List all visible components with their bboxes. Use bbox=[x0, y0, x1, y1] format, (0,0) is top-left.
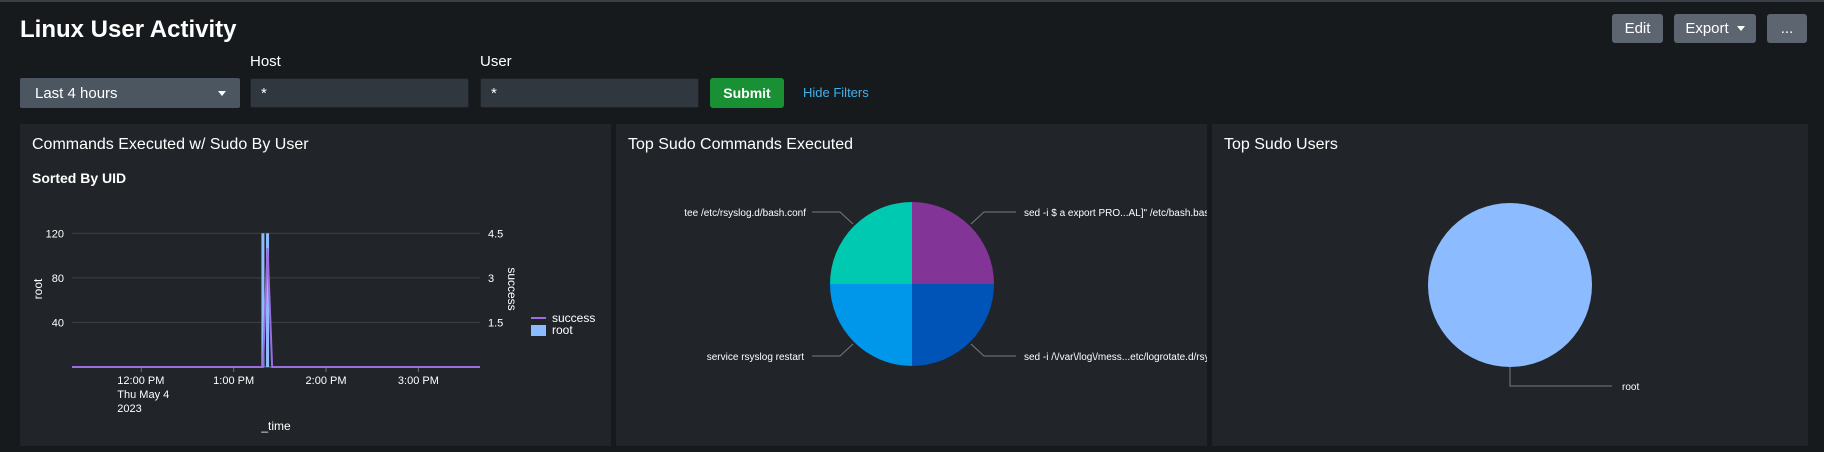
top-border bbox=[0, 0, 1824, 2]
time-range-picker[interactable]: Last 4 hours bbox=[20, 78, 240, 108]
chevron-down-icon bbox=[1736, 26, 1745, 31]
x-tick-label: 2:00 PM bbox=[306, 375, 347, 387]
x-tick-label: Thu May 4 bbox=[117, 389, 169, 401]
x-tick-label: 1:00 PM bbox=[213, 375, 254, 387]
export-button[interactable]: Export bbox=[1674, 14, 1756, 43]
pie-slice-label: sed -i $ a export PRO...AL]" /etc/bash.b… bbox=[1024, 208, 1207, 219]
pie-leader-line bbox=[970, 343, 1016, 357]
y2-axis-label: success bbox=[505, 267, 519, 310]
y2-tick-label: 1.5 bbox=[488, 317, 503, 329]
more-label: ... bbox=[1780, 20, 1794, 37]
submit-button[interactable]: Submit bbox=[710, 78, 784, 108]
submit-label: Submit bbox=[723, 85, 771, 101]
x-tick-label: 12:00 PM bbox=[117, 375, 164, 387]
time-range-value: Last 4 hours bbox=[35, 84, 118, 102]
y2-tick-label: 4.5 bbox=[488, 228, 503, 240]
export-label: Export bbox=[1685, 20, 1729, 37]
legend-root-label: root bbox=[552, 323, 573, 337]
y-axis-label: root bbox=[31, 278, 45, 299]
top-commands-panel: Top Sudo Commands Executed sed -i $ a ex… bbox=[616, 124, 1228, 446]
y-tick-label: 120 bbox=[46, 228, 64, 240]
more-actions-button[interactable]: ... bbox=[1767, 14, 1807, 43]
legend-root-swatch bbox=[531, 325, 546, 336]
pie-slice-label: root bbox=[1622, 382, 1639, 393]
pie-leader-line bbox=[970, 211, 1016, 225]
pie-slice bbox=[1428, 203, 1592, 367]
edit-label: Edit bbox=[1624, 20, 1651, 37]
x-tick-label: 2023 bbox=[117, 403, 141, 415]
x-tick-label: 3:00 PM bbox=[398, 375, 439, 387]
edit-button[interactable]: Edit bbox=[1612, 14, 1663, 43]
hide-filters-link[interactable]: Hide Filters bbox=[803, 85, 869, 100]
pie-leader-line bbox=[1509, 367, 1612, 387]
panel-title: Top Sudo Users bbox=[1224, 136, 1338, 153]
x-axis-label: _time bbox=[260, 419, 291, 433]
y2-tick-label: 3 bbox=[488, 273, 494, 285]
user-label: User bbox=[480, 53, 512, 70]
y-tick-label: 40 bbox=[52, 317, 64, 329]
top-commands-pie-chart: sed -i $ a export PRO...AL]" /etc/bash.b… bbox=[684, 202, 1228, 366]
commands-by-user-panel: Commands Executed w/ Sudo By User Sorted… bbox=[20, 124, 611, 446]
panel-title: Commands Executed w/ Sudo By User bbox=[32, 136, 309, 153]
pie-slice-label: tee /etc/rsyslog.d/bash.conf bbox=[684, 208, 806, 219]
y-tick-label: 80 bbox=[52, 273, 64, 285]
pie-leader-line bbox=[812, 343, 854, 357]
host-input[interactable] bbox=[250, 78, 469, 108]
panel-subtitle: Sorted By UID bbox=[32, 170, 127, 186]
chevron-down-icon bbox=[218, 91, 226, 96]
success-line bbox=[72, 248, 480, 368]
pie-leader-line bbox=[812, 211, 854, 225]
top-users-pie-chart: root bbox=[1428, 203, 1639, 393]
host-label: Host bbox=[250, 53, 281, 70]
panel-title: Top Sudo Commands Executed bbox=[628, 136, 854, 153]
user-input[interactable] bbox=[480, 78, 699, 108]
dashboard-title: Linux User Activity bbox=[20, 16, 237, 43]
pie-slice-label: sed -i /\/var\/log\/mess...etc/logrotate… bbox=[1024, 352, 1207, 363]
top-users-panel: Top Sudo Users root bbox=[1212, 124, 1808, 446]
pie-slice-label: service rsyslog restart bbox=[707, 352, 804, 363]
